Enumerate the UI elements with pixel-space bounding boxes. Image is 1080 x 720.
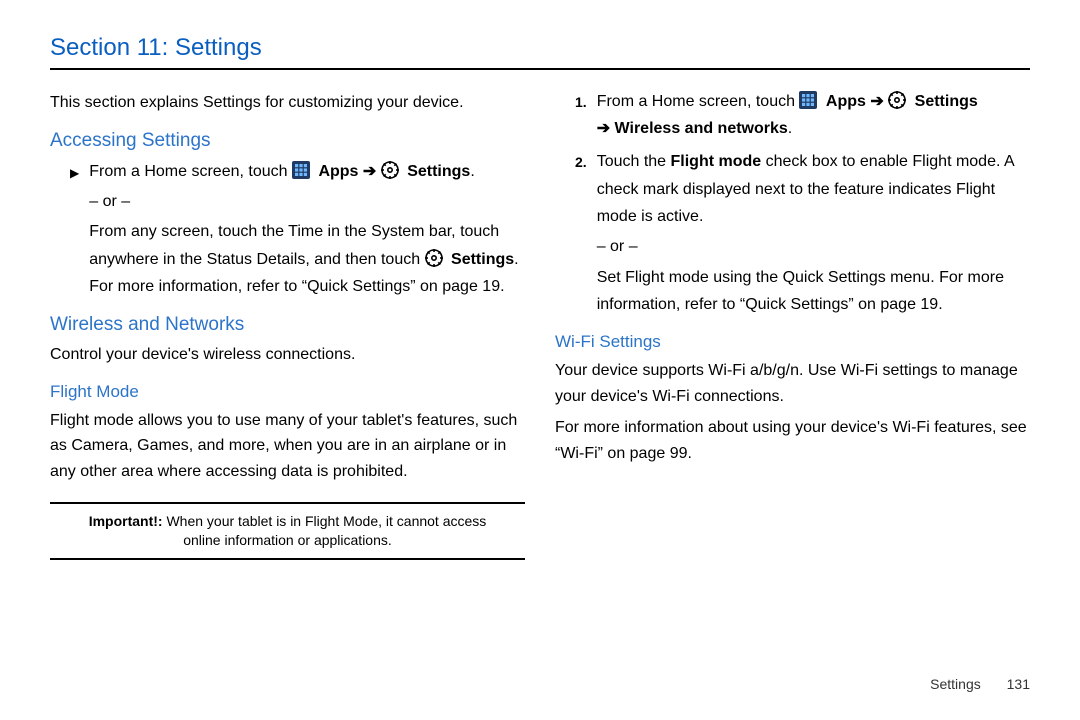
settings-gear-icon [381,161,399,179]
important-label: Important!: [89,513,163,529]
apps-label: Apps [826,93,866,110]
or-text: – or – [89,189,525,215]
cross-ref: “Wi-Fi” [555,445,603,462]
rule [50,68,1030,70]
heading-accessing-settings: Accessing Settings [50,130,525,152]
settings-label: Settings [451,251,514,268]
heading-flight-mode: Flight Mode [50,382,525,402]
wireless-networks-label: Wireless and networks [615,120,788,137]
text: on page 19. [858,296,943,313]
footer-section-label: Settings [930,676,981,692]
text: Touch the [597,153,671,170]
apps-grid-icon [799,91,817,109]
page-footer: Settings 131 [930,676,1030,692]
important-note: Important!: When your tablet is in Fligh… [50,502,525,560]
settings-label: Settings [915,93,978,110]
settings-gear-icon [888,91,906,109]
text: on page 99. [603,445,692,462]
important-text: When your tablet is in Flight Mode, it c… [163,513,487,548]
cross-ref: “Quick Settings” [740,296,854,313]
left-column: This section explains Settings for custo… [50,82,525,560]
period: . [788,120,792,137]
step-body: Touch the Flight mode check box to enabl… [597,148,1030,318]
step-number-2: 2. [575,151,587,318]
apps-grid-icon [292,161,310,179]
cross-ref: “Quick Settings” [302,278,416,295]
arrow-icon: ➔ [597,120,615,137]
arrow-icon: ➔ [363,163,381,180]
page-number: 131 [1007,676,1030,692]
wireless-text: Control your device's wireless connectio… [50,342,525,368]
or-text: – or – [597,234,1030,260]
step-body: From a Home screen, touch Apps ➔ Setting… [597,88,1030,142]
heading-wifi-settings: Wi-Fi Settings [555,332,1030,352]
heading-wireless-networks: Wireless and Networks [50,314,525,336]
flight-mode-text: Flight mode allows you to use many of yo… [50,408,525,485]
flight-mode-label: Flight mode [671,153,762,170]
wifi-text-2: For more information about using your de… [555,415,1030,466]
intro-text: This section explains Settings for custo… [50,90,525,116]
wifi-text-1: Your device supports Wi-Fi a/b/g/n. Use … [555,358,1030,409]
step-number-1: 1. [575,91,587,142]
arrow-icon: ➔ [870,93,888,110]
text: For more information about using your de… [555,419,1027,436]
text: on page 19. [416,278,505,295]
settings-gear-icon [425,249,443,267]
apps-label: Apps [318,163,358,180]
step-body: From a Home screen, touch Apps ➔ Setting… [89,158,525,300]
text: From a Home screen, touch [597,93,800,110]
triangle-bullet-icon: ▶ [70,163,79,300]
section-title: Section 11: Settings [50,34,1030,62]
text: From a Home screen, touch [89,163,292,180]
right-column: 1. From a Home screen, touch Apps ➔ Sett… [555,82,1030,560]
settings-label: Settings [407,163,470,180]
period: . [470,163,474,180]
